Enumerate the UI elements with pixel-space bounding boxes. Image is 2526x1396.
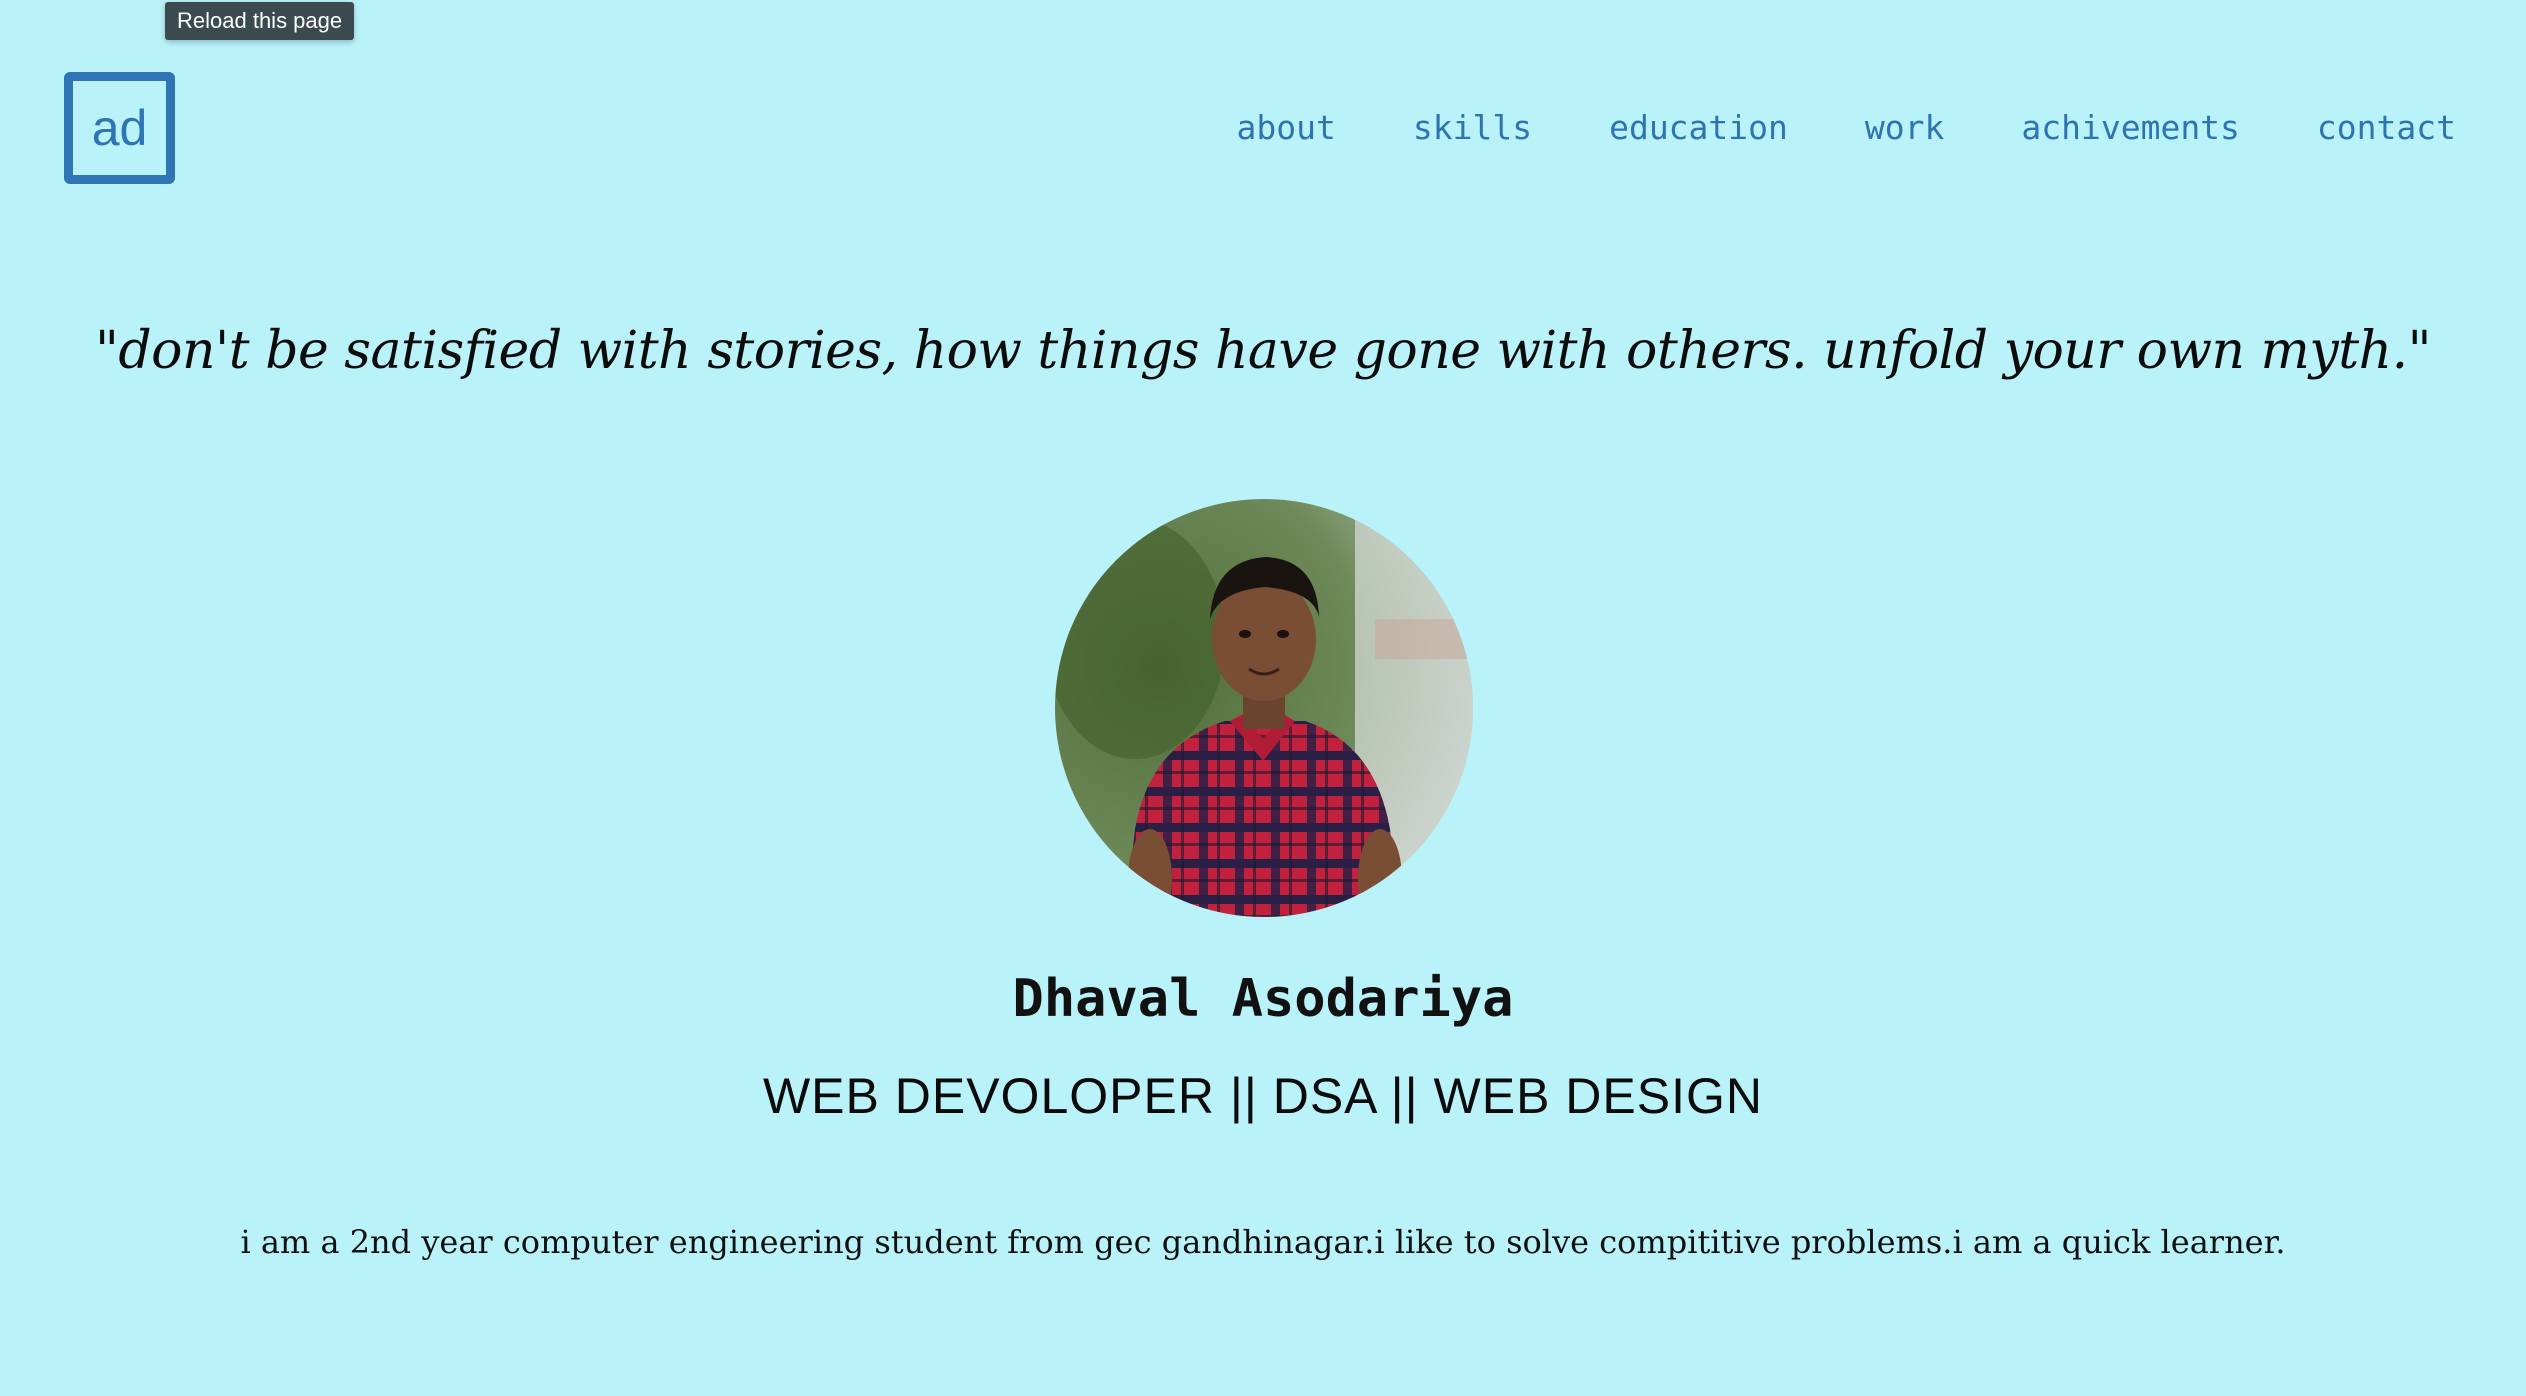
profile-photo [1055,499,1473,917]
nav-link-work[interactable]: work [1865,108,1944,147]
person-bio: i am a 2nd year computer engineering stu… [240,1223,2286,1261]
nav-link-skills[interactable]: skills [1413,108,1532,147]
logo-text: ad [91,100,148,156]
nav-link-about[interactable]: about [1237,108,1336,147]
reload-tooltip: Reload this page [165,2,355,40]
profile-photo-icon [1055,499,1473,917]
person-name: Dhaval Asodariya [1012,969,1514,1029]
nav-link-contact[interactable]: contact [2317,108,2456,147]
hero-quote: "don't be satisfied with stories, how th… [94,321,2432,381]
nav-link-achivements[interactable]: achivements [2021,108,2240,147]
main-nav: about skills education work achivements … [1237,108,2456,147]
person-role: WEB DEVOLOPER || DSA || WEB DESIGN [762,1068,1764,1124]
nav-link-education[interactable]: education [1609,108,1788,147]
site-logo[interactable]: ad [64,72,175,184]
